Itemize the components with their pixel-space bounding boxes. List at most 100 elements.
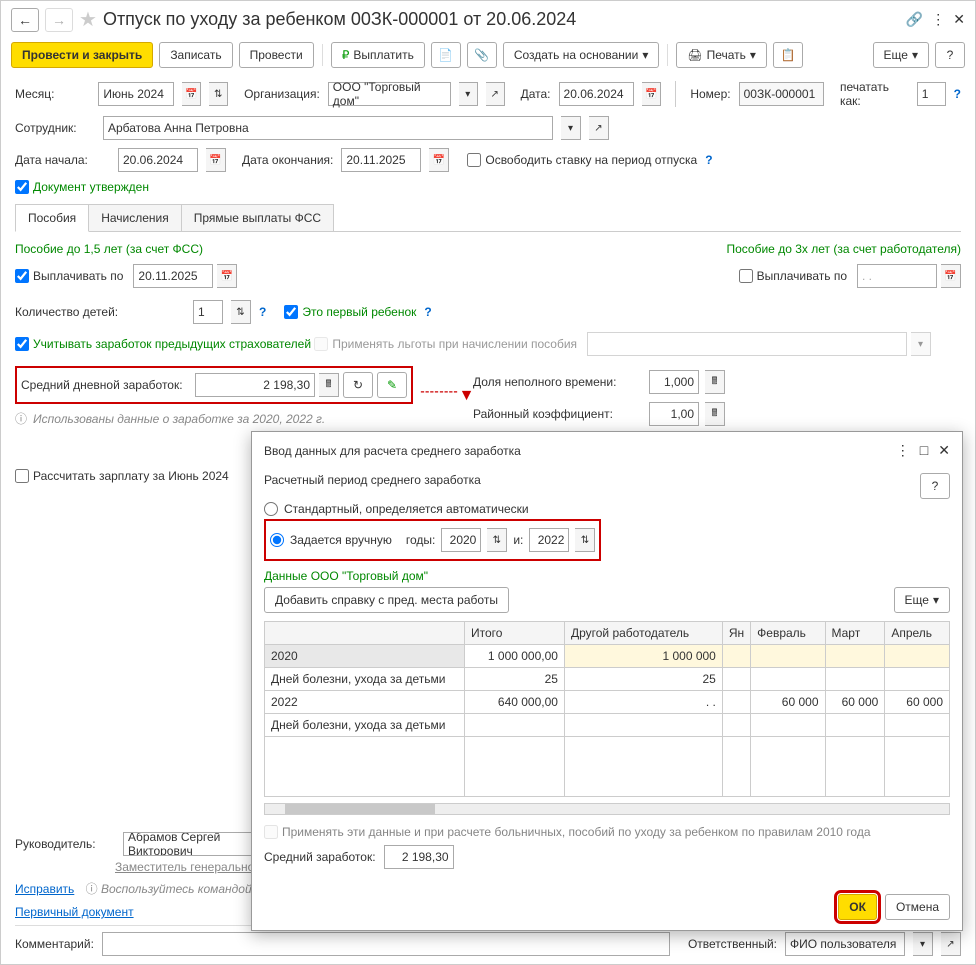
dropdown-icon[interactable]: ▾ bbox=[561, 116, 581, 140]
dropdown-icon[interactable]: ▾ bbox=[913, 932, 933, 956]
recalc-salary-label: Рассчитать зарплату за Июнь 2024 bbox=[33, 469, 229, 483]
calendar-icon[interactable]: 📅 bbox=[206, 148, 226, 172]
add-reference-button[interactable]: Добавить справку с пред. места работы bbox=[264, 587, 509, 613]
free-rate-checkbox[interactable] bbox=[467, 153, 481, 167]
recalc-salary-checkbox[interactable] bbox=[15, 469, 29, 483]
calendar-icon[interactable]: 📅 bbox=[642, 82, 661, 106]
tab-fss[interactable]: Прямые выплаты ФСС bbox=[181, 204, 334, 231]
calendar-icon[interactable]: 📅 bbox=[429, 148, 449, 172]
month-field[interactable]: Июнь 2024 bbox=[98, 82, 174, 106]
region-coef-field[interactable]: 1,00 bbox=[649, 402, 699, 426]
ok-button[interactable]: ОК bbox=[838, 894, 877, 920]
approved-checkbox[interactable] bbox=[15, 180, 29, 194]
calc-icon[interactable]: 🖩 bbox=[705, 402, 725, 426]
approved-label: Документ утвержден bbox=[33, 180, 149, 194]
start-date-field[interactable]: 20.06.2024 bbox=[118, 148, 198, 172]
period-auto-radio[interactable] bbox=[264, 502, 278, 516]
end-date-label: Дата окончания: bbox=[242, 153, 333, 167]
calendar-icon[interactable]: 📅 bbox=[217, 264, 237, 288]
month-label: Месяц: bbox=[15, 87, 90, 101]
region-coef-label: Районный коэффициент: bbox=[473, 407, 643, 421]
favorite-star-icon[interactable]: ★ bbox=[79, 7, 97, 32]
spinner-icon[interactable]: ⇅ bbox=[231, 300, 251, 324]
open-icon[interactable]: ↗ bbox=[941, 932, 961, 956]
calc-icon[interactable]: 🖩 bbox=[705, 370, 725, 394]
apply-2010-label: Применять эти данные и при расчете больн… bbox=[282, 825, 871, 839]
year2-field[interactable]: 2022 bbox=[529, 528, 569, 552]
print-button[interactable]: 🖨 Печать ▾ bbox=[676, 42, 767, 68]
avg-daily-field[interactable]: 2 198,30 bbox=[195, 373, 315, 397]
period-manual-radio[interactable] bbox=[270, 533, 284, 547]
print-as-label: печатать как: bbox=[840, 80, 909, 108]
help-icon[interactable]: ? bbox=[259, 305, 266, 319]
nav-forward-button[interactable]: → bbox=[45, 8, 73, 32]
help-button[interactable]: ? bbox=[935, 42, 965, 68]
close-icon[interactable]: ✕ bbox=[953, 11, 965, 28]
children-count-field[interactable]: 1 bbox=[193, 300, 223, 324]
spinner-icon[interactable]: ⇅ bbox=[575, 528, 595, 552]
post-button[interactable]: Провести bbox=[239, 42, 314, 68]
dialog-more-icon[interactable]: ⋮ bbox=[896, 442, 910, 459]
attach-icon-button[interactable]: 📎 bbox=[467, 42, 497, 68]
more-icon[interactable]: ⋮ bbox=[931, 11, 945, 28]
post-and-close-button[interactable]: Провести и закрыть bbox=[11, 42, 153, 68]
date-field[interactable]: 20.06.2024 bbox=[559, 82, 635, 106]
pay-until-3-checkbox[interactable] bbox=[739, 269, 753, 283]
employee-field[interactable]: Арбатова Анна Петровна bbox=[103, 116, 553, 140]
calendar-icon[interactable]: 📅 bbox=[941, 264, 961, 288]
org-field[interactable]: ООО "Торговый дом" bbox=[328, 82, 451, 106]
employee-label: Сотрудник: bbox=[15, 121, 95, 135]
calendar-icon[interactable]: 📅 bbox=[182, 82, 201, 106]
tab-benefits[interactable]: Пособия bbox=[15, 204, 89, 232]
more-button[interactable]: Еще ▾ bbox=[873, 42, 929, 68]
pay-until-3-date[interactable]: . . bbox=[857, 264, 937, 288]
dialog-maximize-icon[interactable]: □ bbox=[920, 442, 928, 459]
doc-icon-button[interactable]: 📄 bbox=[431, 42, 461, 68]
prev-insurers-checkbox[interactable] bbox=[15, 337, 29, 351]
first-child-checkbox[interactable] bbox=[284, 305, 298, 319]
part-time-field[interactable]: 1,000 bbox=[649, 370, 699, 394]
nav-back-button[interactable]: ← bbox=[11, 8, 39, 32]
responsible-field[interactable]: ФИО пользователя bbox=[785, 932, 905, 956]
tab-accruals[interactable]: Начисления bbox=[88, 204, 182, 231]
pay-until-label: Выплачивать по bbox=[33, 269, 123, 283]
spinner-icon[interactable]: ⇅ bbox=[487, 528, 507, 552]
edit-button[interactable]: ✎ bbox=[377, 372, 407, 398]
open-icon[interactable]: ↗ bbox=[486, 82, 505, 106]
avg-earnings-dialog: Ввод данных для расчета среднего заработ… bbox=[251, 431, 963, 931]
pay-until-date[interactable]: 20.11.2025 bbox=[133, 264, 213, 288]
org-data-label: Данные ООО "Торговый дом" bbox=[264, 569, 428, 583]
primary-doc-link[interactable]: Первичный документ bbox=[15, 905, 134, 919]
refresh-button[interactable]: ↻ bbox=[343, 372, 373, 398]
col-jan: Ян bbox=[722, 622, 750, 645]
pay-until-checkbox[interactable] bbox=[15, 269, 29, 283]
num-label: Номер: bbox=[690, 87, 730, 101]
dialog-help-button[interactable]: ? bbox=[920, 473, 950, 499]
fix-link[interactable]: Исправить bbox=[15, 882, 74, 896]
pay-button[interactable]: ₽Выплатить bbox=[331, 42, 425, 68]
comment-field[interactable] bbox=[102, 932, 670, 956]
earnings-table[interactable]: Итого Другой работодатель Ян Февраль Мар… bbox=[264, 621, 950, 797]
save-button[interactable]: Записать bbox=[159, 42, 232, 68]
dropdown-icon[interactable]: ▾ bbox=[459, 82, 478, 106]
help-icon[interactable]: ? bbox=[954, 87, 961, 101]
calc-icon[interactable]: 🖩 bbox=[319, 373, 339, 397]
spinner-icon[interactable]: ⇅ bbox=[209, 82, 228, 106]
help-icon[interactable]: ? bbox=[705, 153, 712, 167]
table-scrollbar[interactable] bbox=[264, 803, 950, 815]
print-as-field[interactable]: 1 bbox=[917, 82, 946, 106]
cancel-button[interactable]: Отмена bbox=[885, 894, 950, 920]
prev-insurers-label: Учитывать заработок предыдущих страховат… bbox=[33, 337, 311, 351]
num-field: 00ЗК-000001 bbox=[739, 82, 824, 106]
avg-info-text: Использованы данные о заработке за 2020,… bbox=[33, 412, 325, 426]
link-icon[interactable]: 🔗 bbox=[906, 11, 923, 28]
dialog-close-icon[interactable]: ✕ bbox=[938, 442, 950, 459]
report-icon-button[interactable]: 📋 bbox=[773, 42, 803, 68]
open-icon[interactable]: ↗ bbox=[589, 116, 609, 140]
end-date-field[interactable]: 20.11.2025 bbox=[341, 148, 421, 172]
help-icon[interactable]: ? bbox=[424, 305, 431, 319]
col-total: Итого bbox=[465, 622, 565, 645]
create-based-button[interactable]: Создать на основании ▾ bbox=[503, 42, 660, 68]
year1-field[interactable]: 2020 bbox=[441, 528, 481, 552]
dialog-more-button[interactable]: Еще ▾ bbox=[894, 587, 950, 613]
